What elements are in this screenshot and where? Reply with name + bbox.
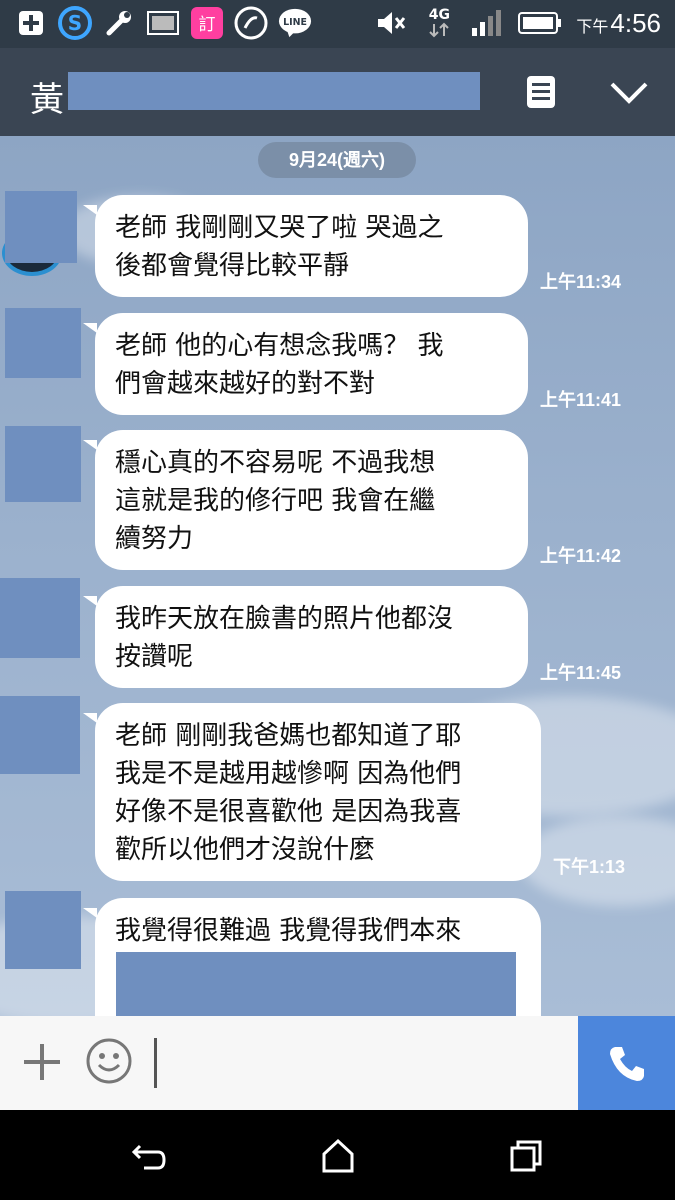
call-button[interactable] xyxy=(578,1016,675,1110)
text-cursor xyxy=(154,1038,157,1088)
message-bubble[interactable]: 我昨天放在臉書的照片他都沒 按讚呢 xyxy=(83,586,528,688)
redacted-name xyxy=(68,72,480,110)
plus-icon[interactable] xyxy=(20,1040,64,1084)
system-nav-bar xyxy=(0,1110,675,1200)
battery-icon xyxy=(518,6,562,40)
redacted-text xyxy=(116,952,516,1016)
mute-icon xyxy=(374,6,408,40)
phone-app-icon xyxy=(234,6,268,40)
message-input-bar xyxy=(0,1016,675,1110)
plus-icon xyxy=(14,6,48,40)
message-text: 續努力 xyxy=(115,524,194,554)
message-time: 上午11:34 xyxy=(540,272,622,292)
svg-text:LINE: LINE xyxy=(283,17,307,28)
chat-area[interactable]: 9月24(週六) 老師 我剛剛又哭了啦 哭過之 後都會覺得比較平靜 上午11:3… xyxy=(0,136,675,1016)
avatar[interactable] xyxy=(5,891,81,969)
message-time: 上午11:41 xyxy=(540,390,622,410)
image-icon xyxy=(146,6,180,40)
message-text: 歡所以他們才沒說什麼 xyxy=(115,835,376,865)
svg-text:訂: 訂 xyxy=(199,15,216,35)
wrench-icon xyxy=(102,6,136,40)
recents-icon[interactable] xyxy=(506,1136,546,1176)
message-text: 們會越來越好的對不對 xyxy=(115,369,376,399)
emoji-icon[interactable] xyxy=(84,1036,134,1086)
avatar[interactable] xyxy=(5,426,81,502)
message-text: 老師 我剛剛又哭了啦 哭過之 xyxy=(115,213,444,243)
home-icon[interactable] xyxy=(318,1136,358,1176)
date-divider: 9月24(週六) xyxy=(258,142,416,178)
message-text: 我昨天放在臉書的照片他都沒 xyxy=(115,604,454,634)
chat-header: 黃 xyxy=(0,48,675,136)
avatar[interactable] xyxy=(0,578,80,658)
message-text: 這就是我的修行吧 我會在繼 xyxy=(115,486,436,516)
avatar[interactable] xyxy=(5,308,81,378)
message-text: 穩心真的不容易呢 不過我想 xyxy=(115,448,436,478)
s-app-icon: S xyxy=(58,6,92,40)
message-bubble[interactable]: 老師 剛剛我爸媽也都知道了耶 我是不是越用越慘啊 因為他們 好像不是很喜歡他 是… xyxy=(83,703,541,881)
svg-text:S: S xyxy=(68,11,82,35)
back-icon[interactable] xyxy=(130,1136,170,1176)
message-time: 上午11:45 xyxy=(540,663,622,683)
avatar[interactable] xyxy=(5,191,77,263)
network-icon: 4G xyxy=(422,6,456,40)
phone-icon xyxy=(609,1047,644,1081)
message-input[interactable] xyxy=(162,1034,566,1094)
message-text: 老師 他的心有想念我嗎？ 我 xyxy=(115,331,444,361)
clock: 下午4:56 xyxy=(576,7,661,38)
message-bubble[interactable]: 穩心真的不容易呢 不過我想 這就是我的修行吧 我會在繼 續努力 xyxy=(83,430,528,570)
message-time: 上午11:42 xyxy=(540,546,622,566)
message-text: 我覺得很難過 我覺得我們本來 xyxy=(115,916,462,946)
message-text: 老師 剛剛我爸媽也都知道了耶 xyxy=(115,721,462,751)
status-bar: S 訂 LINE 4G 下午4:56 xyxy=(0,0,675,48)
order-app-icon: 訂 xyxy=(190,6,224,40)
message-text: 後都會覺得比較平靜 xyxy=(115,251,350,281)
contact-name[interactable]: 黃 xyxy=(30,72,64,121)
message-bubble[interactable]: 老師 我剛剛又哭了啦 哭過之 後都會覺得比較平靜 xyxy=(83,195,528,297)
message-bubble[interactable]: 老師 他的心有想念我嗎？ 我 們會越來越好的對不對 xyxy=(83,313,528,415)
message-time: 下午1:13 xyxy=(553,857,626,877)
message-text: 按讚呢 xyxy=(115,642,194,672)
message-text: 我是不是越用越慘啊 因為他們 xyxy=(115,759,462,789)
chevron-down-icon[interactable] xyxy=(608,78,650,108)
signal-icon xyxy=(470,6,504,40)
avatar[interactable] xyxy=(0,696,80,774)
line-icon: LINE xyxy=(278,6,312,40)
message-text: 好像不是很喜歡他 是因為我喜 xyxy=(115,797,462,827)
notes-icon[interactable] xyxy=(524,74,558,110)
